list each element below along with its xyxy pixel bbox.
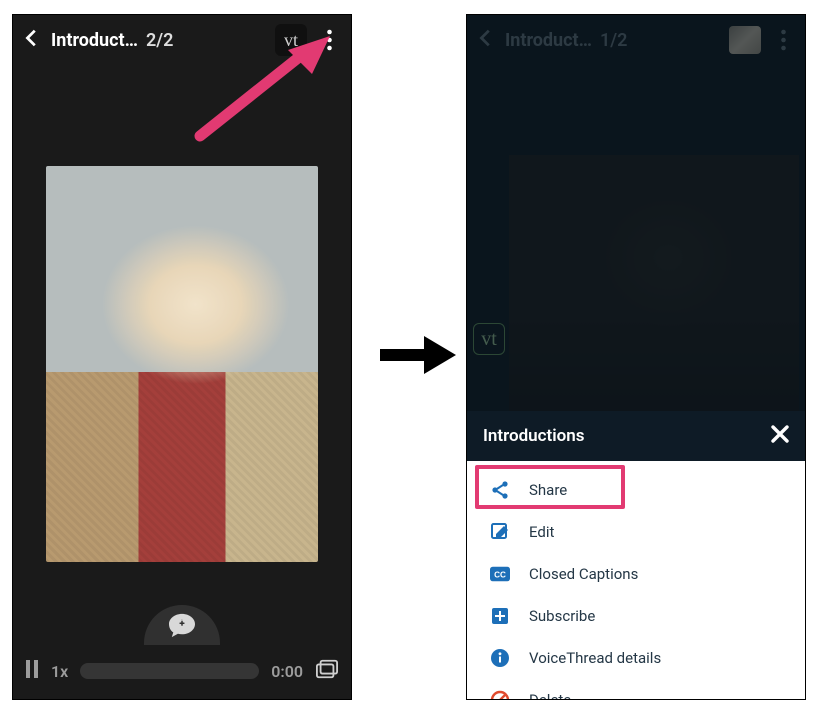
subscribe-icon xyxy=(489,605,511,627)
sheet-title: Introductions xyxy=(483,426,585,446)
media-viewport[interactable] xyxy=(13,65,351,643)
menu-label: Edit xyxy=(529,523,554,541)
menu-label: Closed Captions xyxy=(529,565,638,583)
menu-item-closed-captions[interactable]: CC Closed Captions xyxy=(467,553,805,595)
menu-item-edit[interactable]: Edit xyxy=(467,511,805,553)
menu-label: Subscribe xyxy=(529,607,595,625)
menu-item-details[interactable]: VoiceThread details xyxy=(467,637,805,679)
back-chevron-icon[interactable] xyxy=(475,27,497,53)
vt-badge[interactable]: vt xyxy=(275,24,307,56)
menu-item-subscribe[interactable]: Subscribe xyxy=(467,595,805,637)
phone-left: Introduct… 2/2 vt 1x 0:00 xyxy=(12,14,352,700)
slides-stack-icon[interactable] xyxy=(315,658,339,684)
page-counter: 1/2 xyxy=(600,30,627,51)
transition-arrow-icon xyxy=(376,330,456,380)
seek-track[interactable] xyxy=(80,663,259,679)
menu-item-delete[interactable]: Delete xyxy=(467,679,805,700)
pause-icon[interactable] xyxy=(25,660,39,682)
svg-text:CC: CC xyxy=(494,571,506,580)
delete-icon xyxy=(489,689,511,700)
sheet-header: Introductions xyxy=(467,411,805,461)
more-menu-button[interactable] xyxy=(769,22,797,58)
more-menu-button[interactable] xyxy=(315,22,343,58)
menu-label: VoiceThread details xyxy=(529,649,661,667)
page-title: Introduct… xyxy=(505,30,592,51)
info-icon xyxy=(489,647,511,669)
menu-label: Delete xyxy=(529,691,571,700)
vt-badge[interactable]: vt xyxy=(473,323,505,355)
add-comment-button[interactable] xyxy=(144,605,220,645)
action-sheet: Share Edit CC Closed Captions Subscribe … xyxy=(467,461,805,699)
topbar-right: Introduct… 1/2 xyxy=(467,15,805,65)
close-icon[interactable] xyxy=(771,425,789,447)
elapsed-time: 0:00 xyxy=(271,662,303,681)
menu-label: Share xyxy=(529,481,567,499)
playback-speed[interactable]: 1x xyxy=(51,662,68,681)
menu-item-share[interactable]: Share xyxy=(467,469,805,511)
topbar-left: Introduct… 2/2 vt xyxy=(13,15,351,65)
back-chevron-icon[interactable] xyxy=(21,27,43,53)
slide-image xyxy=(46,166,318,562)
slide-thumbnail-chip[interactable] xyxy=(729,26,761,54)
edit-icon xyxy=(489,521,511,543)
slide-image-dimmed xyxy=(509,155,799,411)
phone-right: Introduct… 1/2 vt Introductions Share Ed… xyxy=(466,14,806,700)
cc-icon: CC xyxy=(489,563,511,585)
page-title: Introduct… xyxy=(51,30,138,51)
share-icon xyxy=(489,479,511,501)
playback-controls: 1x 0:00 xyxy=(13,643,351,699)
page-counter: 2/2 xyxy=(146,30,173,51)
